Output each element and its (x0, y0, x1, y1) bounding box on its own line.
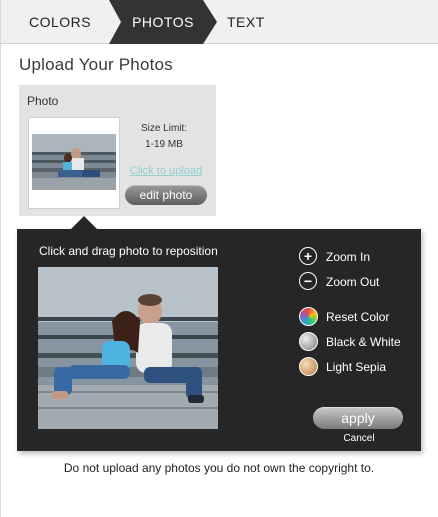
cancel-link[interactable]: Cancel (329, 433, 389, 444)
zoom-in-label: Zoom In (326, 250, 371, 264)
tab-photos[interactable]: PHOTOS (109, 0, 217, 44)
zoom-out-label: Zoom Out (326, 275, 380, 289)
photo-upload-box: Photo Size Limit: 1-19 MB Click to uploa… (19, 85, 216, 216)
tab-text-label: TEXT (227, 14, 265, 30)
editor-pointer (71, 216, 97, 229)
photo-upload-panel: COLORS PHOTOS TEXT Upload Your Photos Ph… (0, 0, 438, 517)
tab-photos-label: PHOTOS (132, 14, 194, 30)
apply-button[interactable]: apply (313, 407, 403, 429)
tab-colors-label: COLORS (29, 14, 92, 30)
sepia-swatch-icon (299, 357, 318, 376)
photo-thumbnail-frame (28, 117, 120, 209)
photo-label: Photo (27, 94, 59, 108)
size-limit-label: Size Limit: (140, 123, 188, 134)
click-to-upload-link[interactable]: Click to upload (123, 165, 209, 177)
zoom-in-icon: + (299, 247, 317, 265)
editor-photo-canvas[interactable] (38, 267, 218, 429)
tab-bar: COLORS PHOTOS TEXT (1, 0, 438, 44)
black-white-label: Black & White (326, 335, 401, 349)
copyright-disclaimer: Do not upload any photos you do not own … (63, 461, 375, 475)
reposition-hint: Click and drag photo to reposition (39, 244, 218, 258)
light-sepia-label: Light Sepia (326, 360, 387, 374)
photo-thumbnail (32, 134, 116, 190)
tab-colors[interactable]: COLORS (1, 0, 111, 44)
size-limit-value: 1-19 MB (145, 139, 183, 150)
edit-photo-button[interactable]: edit photo (125, 185, 207, 205)
page-title: Upload Your Photos (19, 55, 173, 74)
tab-text[interactable]: TEXT (227, 0, 287, 44)
reset-color-label: Reset Color (326, 310, 390, 324)
zoom-out-icon: − (299, 272, 317, 290)
photo-editor-panel: Click and drag photo to reposition + Zoo… (17, 229, 421, 451)
grayscale-swatch-icon (299, 332, 318, 351)
color-wheel-icon (299, 307, 318, 326)
